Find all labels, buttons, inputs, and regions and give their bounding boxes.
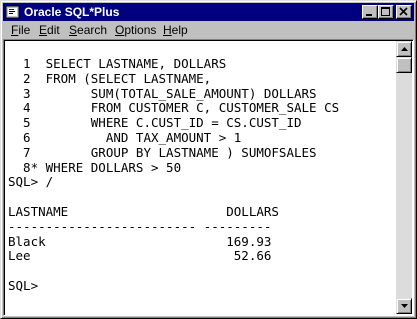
console-line: Black 169.93	[8, 233, 272, 249]
scroll-down-button[interactable]	[396, 298, 412, 314]
sqlplus-app-icon[interactable]	[5, 4, 21, 20]
console-text-area[interactable]: 1 SELECT LASTNAME, DOLLARS 2 FROM (SELEC…	[6, 42, 396, 313]
scroll-down-arrow-icon	[401, 304, 408, 308]
console-area[interactable]: 1 SELECT LASTNAME, DOLLARS 2 FROM (SELEC…	[3, 39, 414, 316]
sqlplus-window: Oracle SQL*Plus File Edit Search Options…	[0, 0, 417, 319]
menu-edit-rest: dit	[47, 23, 60, 37]
scroll-thumb[interactable]	[396, 57, 412, 73]
menu-options-rest: ptions	[124, 23, 157, 37]
title-bar[interactable]: Oracle SQL*Plus	[3, 3, 414, 21]
menu-bar: File Edit Search Options Help	[3, 21, 414, 39]
maximize-button[interactable]	[378, 5, 394, 19]
console-line: 7 GROUP BY LASTNAME ) SUMOFSALES	[8, 144, 317, 160]
console-line: 8* WHERE DOLLARS > 50	[8, 159, 182, 175]
scroll-up-button[interactable]	[396, 41, 412, 57]
vertical-scrollbar[interactable]	[396, 41, 412, 314]
close-button[interactable]	[396, 5, 412, 19]
console-line: SQL>	[8, 277, 39, 293]
console-line: 5 WHERE C.CUST_ID = CS.CUST_ID	[8, 115, 302, 131]
menu-edit[interactable]: Edit	[39, 22, 60, 38]
menu-options[interactable]: Options	[115, 22, 156, 38]
scroll-up-arrow-icon	[401, 47, 408, 51]
menu-help[interactable]: Help	[163, 22, 188, 38]
maximize-icon	[381, 7, 390, 16]
console-line: 3 SUM(TOTAL_SALE_AMOUNT) DOLLARS	[8, 85, 317, 101]
menu-file-rest: ile	[18, 23, 31, 37]
console-line: 1 SELECT LASTNAME, DOLLARS	[8, 56, 227, 71]
console-line: LASTNAME DOLLARS	[8, 203, 279, 219]
console-line: Lee 52.66	[8, 248, 272, 264]
close-icon	[399, 7, 408, 16]
minimize-button[interactable]	[362, 5, 378, 19]
console-output: 1 SELECT LASTNAME, DOLLARS 2 FROM (SELEC…	[8, 56, 340, 294]
menu-file[interactable]: File	[11, 22, 30, 38]
menu-search[interactable]: Search	[69, 22, 107, 38]
minimize-icon	[366, 14, 372, 16]
window-title: Oracle SQL*Plus	[24, 5, 120, 19]
console-line: 6 AND TAX_AMOUNT > 1	[8, 129, 242, 145]
menu-search-rest: earch	[77, 23, 108, 37]
console-line: ------------------------- ---------	[8, 218, 272, 234]
menu-help-rest: elp	[171, 23, 188, 37]
console-line: SQL> /	[8, 174, 54, 190]
console-line: 2 FROM (SELECT LASTNAME,	[8, 70, 212, 86]
console-line: 4 FROM CUSTOMER C, CUSTOMER_SALE CS	[8, 100, 340, 116]
